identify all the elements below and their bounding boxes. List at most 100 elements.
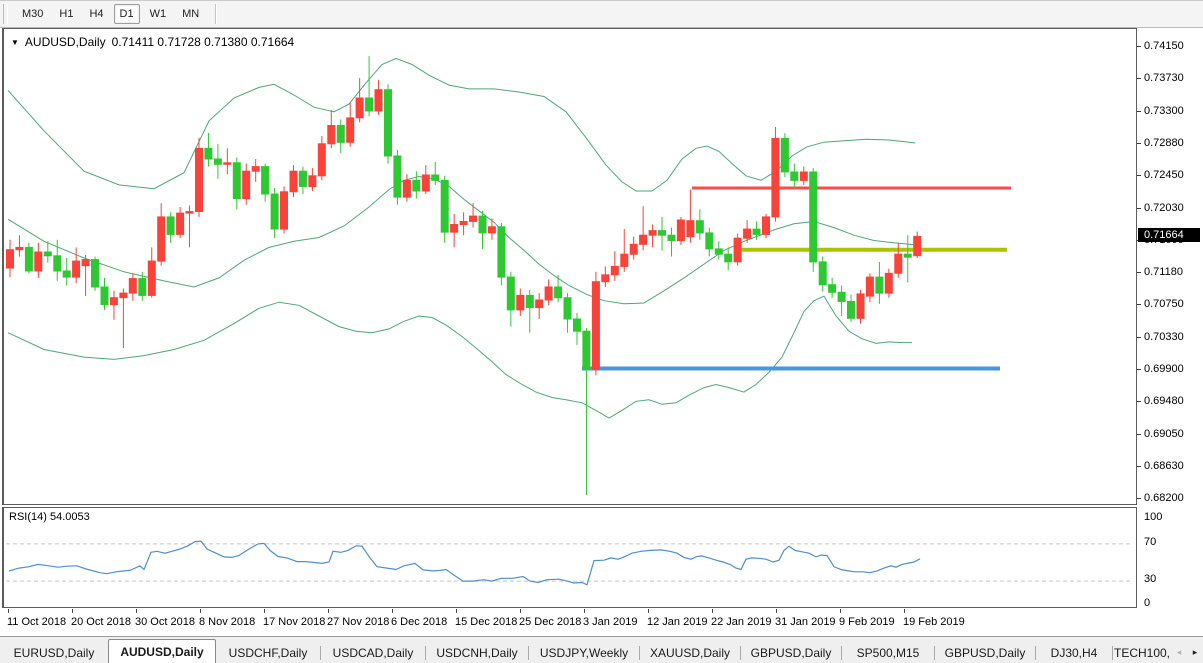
date-axis-tick <box>840 609 841 613</box>
candle-body <box>866 277 873 296</box>
rsi-indicator-pane[interactable]: RSI(14) 54.0053 <box>2 507 1137 608</box>
rsi-label: RSI(14) 54.0053 <box>9 511 90 523</box>
candle-body <box>517 295 524 310</box>
date-axis-label: 19 Feb 2019 <box>903 616 965 628</box>
price-axis-label: 0.69480 <box>1144 395 1184 407</box>
candle-body <box>914 236 921 255</box>
timeframe-button-mn[interactable]: MN <box>176 4 205 24</box>
chart-tab-gbpusd-daily[interactable]: GBPUSD,Daily <box>935 643 1035 663</box>
candle-body <box>668 235 675 240</box>
price-axis-label: 0.73730 <box>1144 72 1184 84</box>
date-axis-label: 31 Jan 2019 <box>775 616 836 628</box>
candle-body <box>848 302 855 319</box>
chart-tab-usdchf-daily[interactable]: USDCHF,Daily <box>216 643 320 663</box>
candle-body <box>44 252 51 256</box>
date-axis-tick <box>200 609 201 613</box>
candle-body <box>876 277 883 293</box>
price-axis-tick <box>1137 401 1141 402</box>
timeframe-button-d1[interactable]: D1 <box>114 4 140 24</box>
candle-body <box>35 252 42 271</box>
candle-body <box>810 172 817 262</box>
date-axis-tick <box>648 609 649 613</box>
candle-body <box>574 319 581 331</box>
price-axis-tick <box>1137 498 1141 499</box>
price-axis-label: 0.70750 <box>1144 298 1184 310</box>
candle-body <box>167 217 174 235</box>
date-axis-label: 30 Oct 2018 <box>135 616 195 628</box>
candle-body <box>734 238 741 262</box>
date-axis-label: 3 Jan 2019 <box>583 616 637 628</box>
price-axis-tick <box>1137 337 1141 338</box>
timeframe-button-m30[interactable]: M30 <box>16 4 49 24</box>
candle-body <box>63 271 70 277</box>
candlestick-chart[interactable] <box>4 29 1135 502</box>
price-chart-pane[interactable]: ▼ AUDUSD,Daily 0.71411 0.71728 0.71380 0… <box>2 28 1137 505</box>
candle-body <box>16 247 23 249</box>
candle-body <box>753 229 760 234</box>
timeframe-button-h1[interactable]: H1 <box>53 4 79 24</box>
price-axis-label: 0.69900 <box>1144 363 1184 375</box>
chart-tab-eurusd-daily[interactable]: EURUSD,Daily <box>0 643 108 663</box>
candle-body <box>328 126 335 144</box>
toolbar-separator <box>215 4 217 24</box>
chart-tab-usdcad-daily[interactable]: USDCAD,Daily <box>321 643 425 663</box>
candle-body <box>649 231 656 236</box>
price-axis-label: 0.72450 <box>1144 169 1184 181</box>
price-axis-tick <box>1137 208 1141 209</box>
timeframe-button-h4[interactable]: H4 <box>83 4 109 24</box>
date-axis-tick <box>776 609 777 613</box>
rsi-chart[interactable] <box>4 508 1135 605</box>
chart-tab-usdcnh-daily[interactable]: USDCNH,Daily <box>426 643 528 663</box>
date-axis-tick <box>8 609 9 613</box>
candle-body <box>299 171 306 186</box>
candle-body <box>110 298 117 305</box>
chart-tab-dj30-h4[interactable]: DJ30,H4 <box>1036 643 1112 663</box>
chart-tab-xauusd-daily[interactable]: XAUUSD,Daily <box>640 643 740 663</box>
candle-body <box>177 213 184 234</box>
timeframe-button-w1[interactable]: W1 <box>144 4 173 24</box>
price-axis-tick <box>1137 46 1141 47</box>
candle-body <box>422 175 429 191</box>
chart-dropdown-triangle-icon[interactable]: ▼ <box>11 38 19 47</box>
candle-body <box>366 98 373 111</box>
candle-body <box>507 277 514 310</box>
price-axis-tick <box>1137 369 1141 370</box>
date-axis-tick <box>456 609 457 613</box>
toolbar-grip-icon[interactable] <box>3 4 8 24</box>
date-axis-tick <box>520 609 521 613</box>
date-axis-tick <box>584 609 585 613</box>
price-axis-tick <box>1137 143 1141 144</box>
candle-body <box>857 294 864 318</box>
candle-body <box>196 148 203 211</box>
date-axis-label: 12 Jan 2019 <box>647 616 708 628</box>
tab-scroll-right-icon[interactable]: ▸ <box>1187 643 1203 661</box>
tab-scroll-left-icon[interactable]: ◂ <box>1171 643 1187 661</box>
date-axis-label: 17 Nov 2018 <box>263 616 325 628</box>
candle-body <box>101 287 108 305</box>
candle-body <box>73 261 80 277</box>
candle-body <box>630 244 637 254</box>
candle-body <box>659 231 666 236</box>
bollinger-lower-band <box>8 296 912 418</box>
price-axis-tick <box>1137 434 1141 435</box>
rsi-axis-label: 30 <box>1144 573 1156 585</box>
candle-body <box>763 217 770 235</box>
date-axis-tick <box>904 609 905 613</box>
chart-tab-gbpusd-daily[interactable]: GBPUSD,Daily <box>741 643 841 663</box>
price-axis[interactable]: 0.741500.737300.733000.728800.724500.720… <box>1137 28 1203 608</box>
candle-body <box>92 260 99 287</box>
candle-body <box>838 292 845 301</box>
date-axis-tick <box>392 609 393 613</box>
candle-body <box>233 163 240 199</box>
date-axis[interactable]: 11 Oct 201820 Oct 201830 Oct 20188 Nov 2… <box>0 609 1203 636</box>
chart-tab-tech100-[interactable]: TECH100, <box>1113 643 1171 663</box>
price-axis-tick <box>1137 78 1141 79</box>
candle-body <box>205 148 212 159</box>
candle-body <box>262 167 269 194</box>
price-axis-label: 0.72880 <box>1144 137 1184 149</box>
chart-tab-usdjpy-weekly[interactable]: USDJPY,Weekly <box>529 643 639 663</box>
rsi-line <box>9 541 920 585</box>
chart-tab-audusd-daily[interactable]: AUDUSD,Daily <box>108 639 216 663</box>
candle-body <box>904 254 911 257</box>
chart-tab-sp500-m15[interactable]: SP500,M15 <box>842 643 934 663</box>
